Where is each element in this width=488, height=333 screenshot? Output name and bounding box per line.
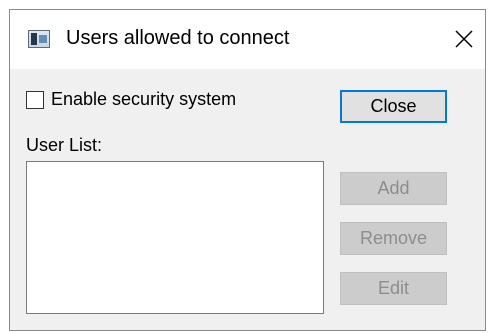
close-button[interactable]: Close bbox=[340, 90, 447, 123]
user-list-label: User List: bbox=[26, 135, 103, 155]
add-button[interactable]: Add bbox=[340, 172, 447, 205]
user-list-box[interactable] bbox=[26, 161, 324, 314]
edit-button[interactable]: Edit bbox=[340, 272, 447, 305]
remove-button[interactable]: Remove bbox=[340, 222, 447, 255]
title-bar[interactable]: Users allowed to connect bbox=[10, 10, 485, 69]
close-icon[interactable] bbox=[451, 26, 477, 52]
dialog-window: Users allowed to connect Enable security… bbox=[9, 9, 486, 331]
enable-security-checkbox[interactable] bbox=[26, 91, 44, 109]
app-window-icon bbox=[28, 30, 50, 48]
window-title: Users allowed to connect bbox=[66, 27, 290, 49]
enable-security-label[interactable]: Enable security system bbox=[51, 89, 236, 110]
